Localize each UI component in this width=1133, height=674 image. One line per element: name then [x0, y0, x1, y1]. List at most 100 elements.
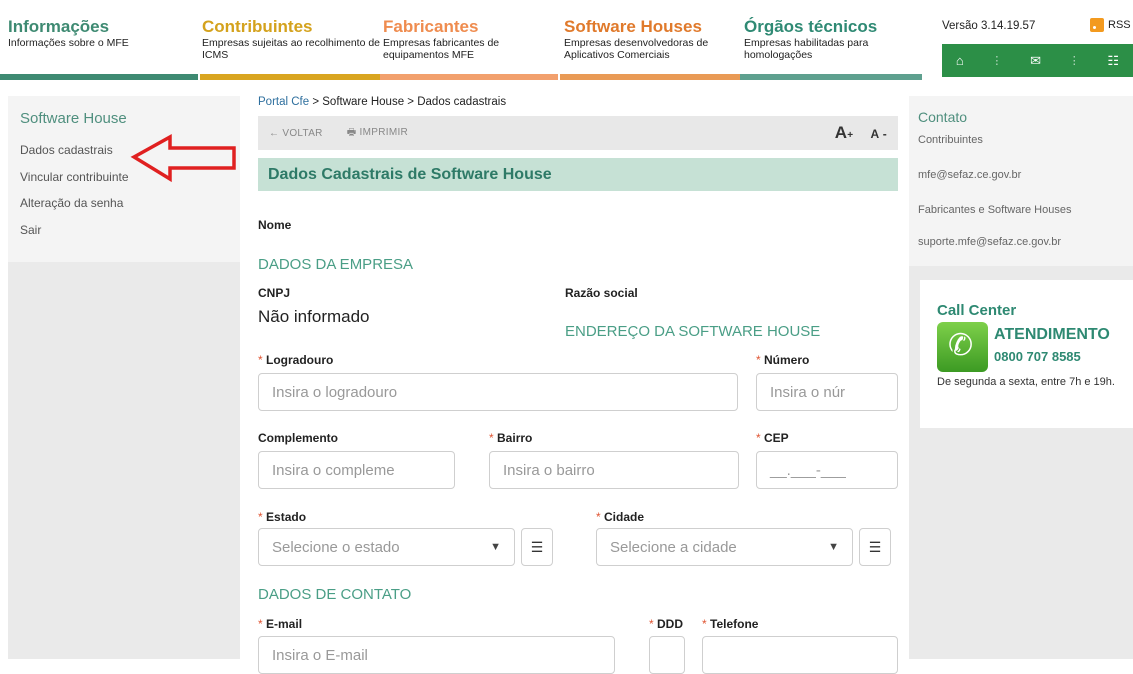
right-sidebar: Contato Contribuintes mfe@sefaz.ce.gov.b… — [909, 96, 1133, 659]
cep-input[interactable]: __.___-___ — [756, 451, 898, 489]
cidade-select[interactable]: Selecione a cidade ▼ — [596, 528, 853, 566]
page-title-bar: Dados Cadastrais de Software House — [258, 158, 898, 191]
bairro-text: Bairro — [497, 431, 533, 445]
header-tools: Versão 3.14.19.57 RSS ⌂ ⋮ ✉ ⋮ ☷ — [926, 0, 1133, 82]
call-center-attendance: ATENDIMENTO — [994, 326, 1110, 343]
breadcrumb-current: Dados cadastrais — [417, 96, 507, 108]
nav-underline — [560, 74, 740, 80]
ddd-input[interactable] — [649, 636, 685, 674]
back-button[interactable]: ← VOLTAR — [269, 128, 323, 139]
chevron-down-icon: ▼ — [828, 541, 839, 553]
cnpj-value: Não informado — [258, 307, 370, 326]
font-increase-sign: + — [847, 130, 854, 141]
rss-icon — [1090, 18, 1104, 32]
telefone-input[interactable] — [702, 636, 898, 674]
cidade-select-value: Selecione a cidade — [610, 538, 737, 556]
call-center-number: 0800 707 8585 — [994, 349, 1081, 364]
cidade-label: * Cidade — [596, 510, 644, 524]
list-icon: ☰ — [868, 538, 882, 555]
cnpj-label: CNPJ — [258, 286, 291, 300]
call-center-panel: Call Center ATENDIMENTO 0800 707 8585 De… — [920, 280, 1133, 428]
breadcrumb-level1[interactable]: Software House — [322, 96, 404, 108]
numero-input[interactable]: Insira o núr — [756, 373, 898, 411]
font-decrease-sign: - — [882, 127, 887, 141]
breadcrumb: Portal Cfe > Software House > Dados cada… — [258, 96, 898, 116]
font-increase-button[interactable]: A+ — [835, 123, 854, 142]
separator: ⋮ — [991, 55, 1003, 67]
nav-title: Órgãos técnicos — [744, 17, 878, 36]
estado-select[interactable]: Selecione o estado ▼ — [258, 528, 515, 566]
nav-description: Empresas fabricantes de equipamentos MFE — [383, 37, 500, 61]
top-navigation: Informações Informações sobre o MFE Cont… — [0, 0, 1133, 82]
logradouro-input[interactable]: Insira o logradouro — [258, 373, 738, 411]
bairro-input[interactable]: Insira o bairro — [489, 451, 739, 489]
section-dados-contato: DADOS DE CONTATO — [258, 586, 412, 603]
nav-contribuintes[interactable]: Contribuintes Empresas sujeitas ao recol… — [200, 17, 382, 80]
required-mark: * — [258, 510, 263, 524]
nav-underline — [380, 74, 558, 80]
cidade-text: Cidade — [604, 510, 645, 524]
email-label: * E-mail — [258, 617, 302, 631]
nav-software-houses[interactable]: Software Houses Empresas desenvolvedoras… — [560, 18, 742, 80]
nav-title: Fabricantes — [383, 17, 479, 36]
estado-list-button[interactable]: ☰ — [521, 528, 553, 566]
contact-fabricantes-label: Fabricantes e Software Houses — [918, 204, 1072, 216]
sidebar-item-alteracao-senha[interactable]: Alteração da senha — [20, 196, 228, 223]
print-button[interactable]: 🖶 IMPRIMIR — [347, 125, 408, 142]
font-decrease-button[interactable]: A - — [871, 127, 887, 141]
email-input[interactable]: Insira o E-mail — [258, 636, 615, 674]
rss-label: RSS — [1108, 19, 1131, 31]
nav-orgaos-tecnicos[interactable]: Órgãos técnicos Empresas habilitadas par… — [740, 17, 924, 80]
breadcrumb-separator: > — [407, 96, 415, 108]
printer-icon: 🖶 — [346, 126, 360, 138]
nav-description: Informações sobre o MFE — [8, 37, 129, 49]
mail-icon[interactable]: ✉ — [1030, 53, 1041, 69]
list-icon: ☰ — [530, 538, 544, 555]
phone-icon — [937, 322, 988, 372]
nav-fabricantes[interactable]: Fabricantes Empresas fabricantes de equi… — [380, 17, 561, 80]
razao-social-label: Razão social — [565, 286, 638, 300]
font-size-controls: A+ A - — [835, 123, 887, 143]
required-mark: * — [596, 510, 601, 524]
annotation-arrow-icon — [130, 134, 236, 183]
header-iconbar: ⌂ ⋮ ✉ ⋮ ☷ — [942, 44, 1133, 77]
estado-text: Estado — [266, 510, 307, 524]
home-icon[interactable]: ⌂ — [956, 53, 964, 68]
contact-title: Contato — [918, 109, 968, 125]
cidade-list-button[interactable]: ☰ — [859, 528, 891, 566]
required-mark: * — [702, 617, 707, 631]
nav-description: Empresas desenvolvedoras de Aplicativos … — [564, 37, 709, 61]
required-mark: * — [649, 617, 654, 631]
estado-select-value: Selecione o estado — [272, 538, 400, 556]
required-mark: * — [756, 431, 761, 445]
numero-text: Número — [764, 353, 810, 367]
section-endereco: ENDEREÇO DA SOFTWARE HOUSE — [565, 323, 821, 340]
breadcrumb-root[interactable]: Portal Cfe — [258, 96, 309, 108]
ddd-label: * DDD — [649, 617, 683, 631]
breadcrumb-separator: > — [312, 96, 320, 108]
email-text: E-mail — [266, 617, 303, 631]
rss-link[interactable]: RSS — [1090, 18, 1131, 32]
sitemap-icon[interactable]: ☷ — [1107, 53, 1119, 69]
sidebar-item-sair[interactable]: Sair — [20, 223, 228, 250]
print-label: IMPRIMIR — [359, 126, 409, 138]
ddd-text: DDD — [657, 617, 684, 631]
bairro-label: * Bairro — [489, 431, 532, 445]
chevron-down-icon: ▼ — [490, 541, 501, 553]
cep-label: * CEP — [756, 431, 789, 445]
complemento-input[interactable]: Insira o compleme — [258, 451, 455, 489]
separator: ⋮ — [1068, 55, 1080, 67]
contact-fabricantes-email[interactable]: suporte.mfe@sefaz.ce.gov.br — [918, 236, 1124, 248]
contact-contribuintes-email[interactable]: mfe@sefaz.ce.gov.br — [918, 169, 1124, 181]
call-center-row: ATENDIMENTO 0800 707 8585 — [937, 322, 1116, 372]
cep-text: CEP — [764, 431, 789, 445]
call-center-info: ATENDIMENTO 0800 707 8585 — [994, 322, 1110, 372]
nav-informacoes[interactable]: Informações Informações sobre o MFE — [0, 18, 198, 80]
page-title: Dados Cadastrais de Software House — [268, 165, 552, 183]
toolbar: ← VOLTAR 🖶 IMPRIMIR A+ A - — [258, 116, 898, 150]
nav-title: Contribuintes — [202, 17, 313, 36]
logradouro-label: * Logradouro — [258, 353, 333, 367]
call-center-title: Call Center — [937, 302, 1017, 319]
nav-underline — [0, 74, 198, 80]
sidebar-title: Software House — [20, 110, 127, 127]
